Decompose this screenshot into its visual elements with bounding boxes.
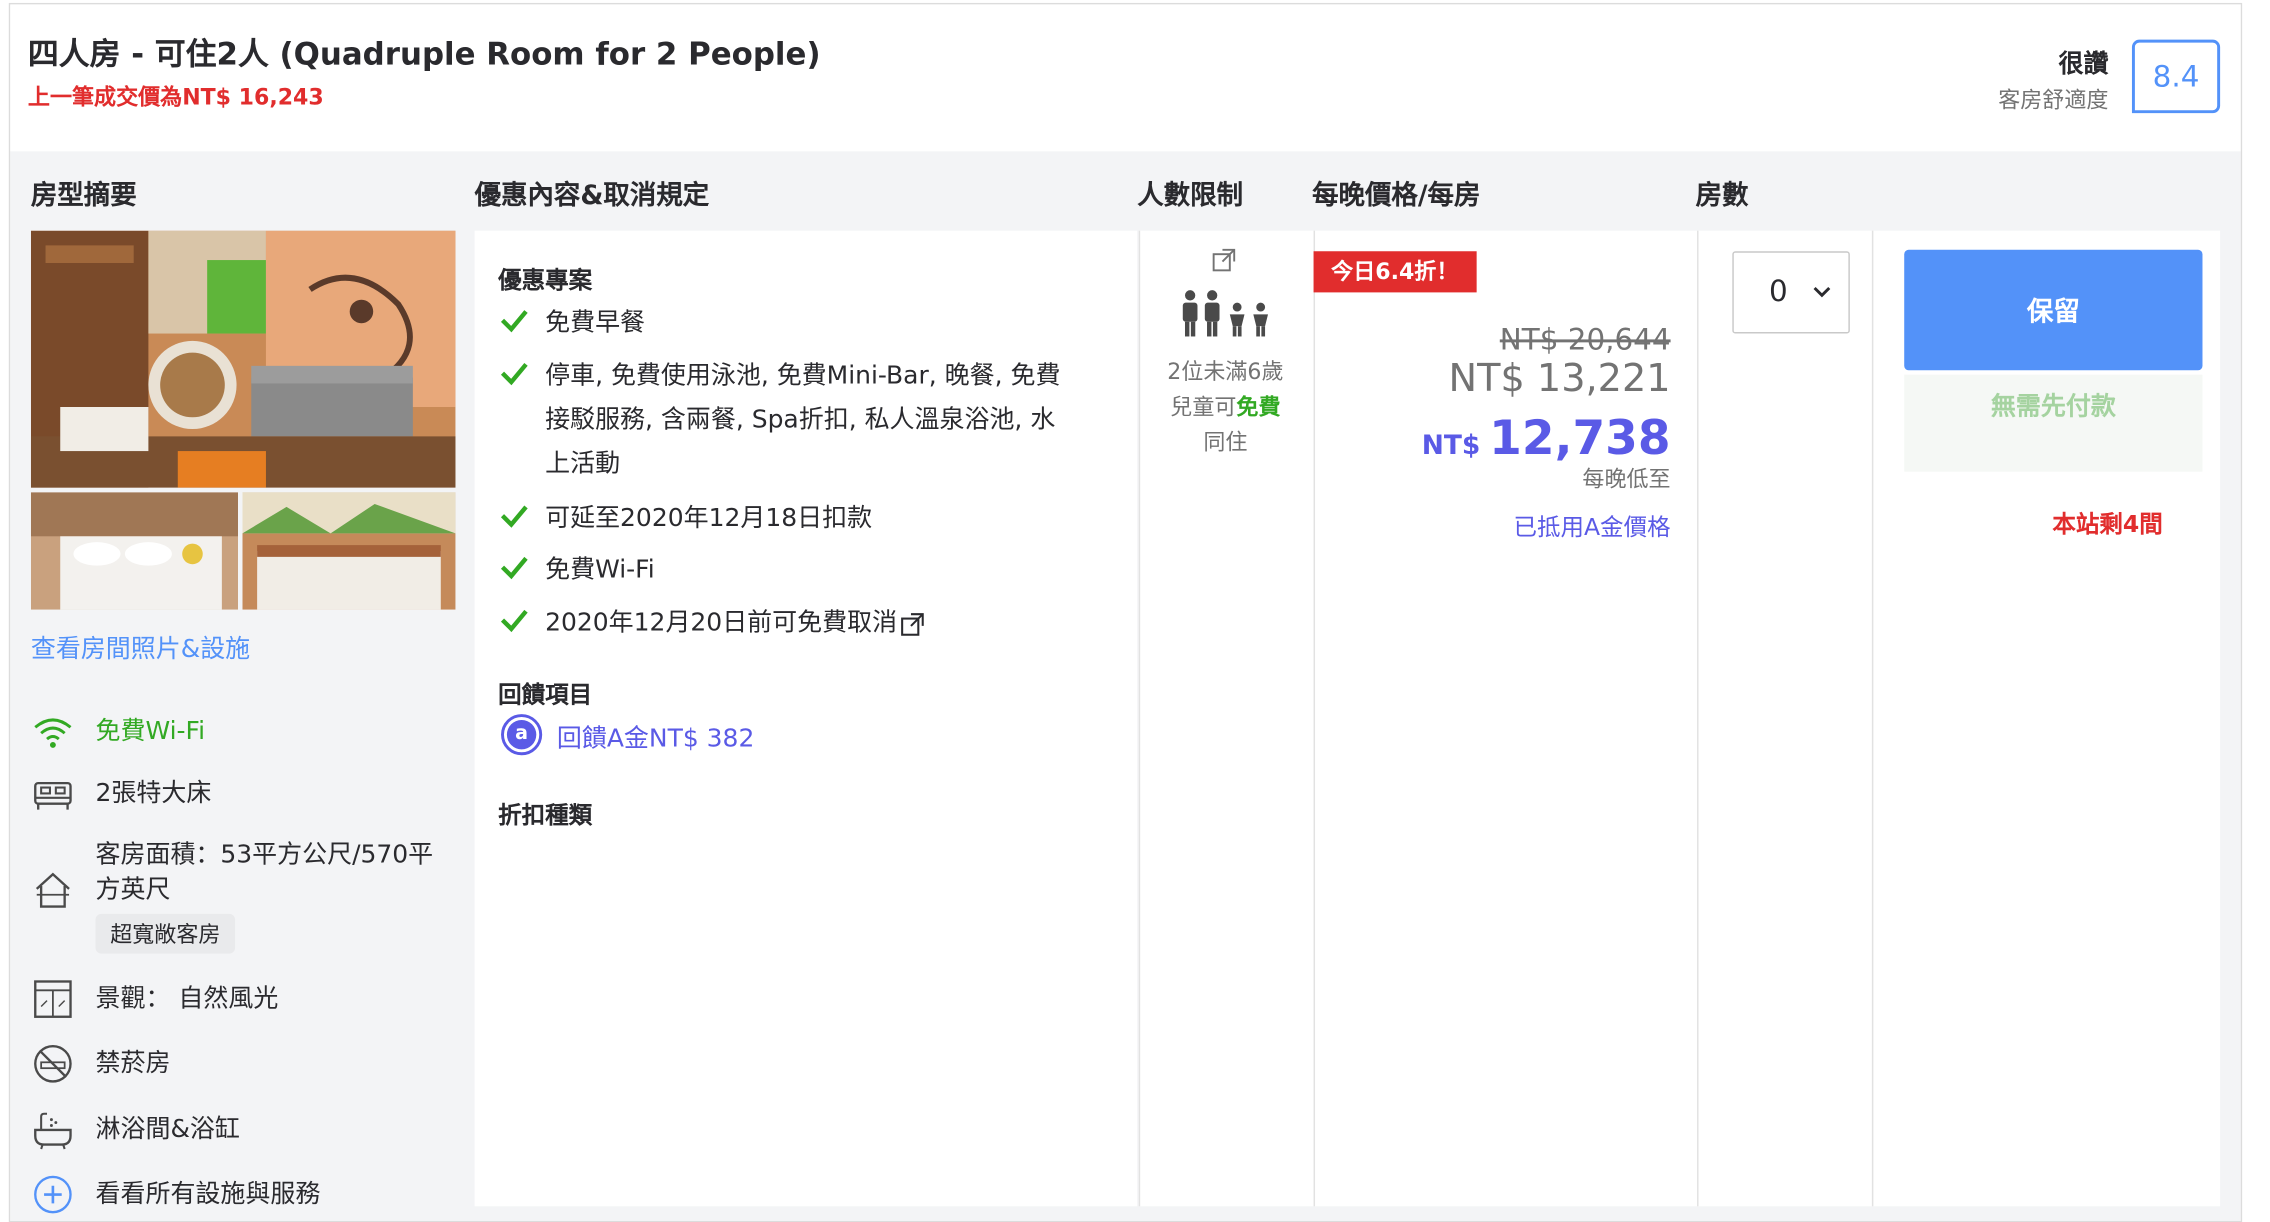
- chevron-down-icon: [1813, 286, 1831, 298]
- external-link-icon[interactable]: [900, 613, 924, 637]
- all-facilities-row[interactable]: 看看所有設施與服務: [31, 1173, 320, 1217]
- children-policy-note: 2位未滿6歲 兒童可免費 同住: [1167, 358, 1284, 456]
- plus-circle-icon: [34, 1175, 72, 1214]
- cashback-amount[interactable]: 回饋A金NT$ 382: [557, 716, 754, 753]
- check-icon: [500, 310, 528, 333]
- col-header-occupancy: 人數限制: [1137, 180, 1244, 212]
- benefit-item: 免費早餐: [498, 301, 1074, 345]
- reserve-button[interactable]: 保留: [1904, 249, 2203, 371]
- benefit-item-cancellation[interactable]: 2020年12月20日前可免費取消: [498, 601, 924, 645]
- no-smoking-icon: [34, 1044, 72, 1083]
- check-icon: [500, 362, 528, 386]
- deal-heading: 優惠專案: [498, 265, 593, 294]
- col-header-rooms: 房數: [1695, 180, 1749, 212]
- view-room-photos-link[interactable]: 查看房間照片&設施: [31, 627, 250, 664]
- amenity-room-size: 客房面積：53平方公尺/570平方英尺 超寬敞客房: [31, 833, 434, 954]
- benefit-text: 免費早餐: [545, 308, 646, 338]
- discount-badge: 今日6.4折！: [1313, 251, 1477, 293]
- amenity-label: 禁菸房: [95, 1049, 171, 1079]
- per-night-label: 每晚低至: [1582, 465, 1671, 493]
- amenity-label: 淋浴間&浴缸: [95, 1115, 240, 1145]
- cashback-row[interactable]: a 回饋A金NT$ 382: [501, 714, 754, 756]
- external-link-icon[interactable]: [1212, 248, 1236, 272]
- room-title: 四人房 - 可住2人 (Quadruple Room for 2 People): [27, 36, 821, 72]
- col-header-offers: 優惠內容&取消規定: [474, 180, 710, 212]
- col-header-room-summary: 房型摘要: [30, 180, 137, 212]
- check-icon: [500, 505, 528, 528]
- amenity-bath: 淋浴間&浴缸: [31, 1108, 240, 1152]
- room-count-select[interactable]: 0: [1732, 251, 1850, 334]
- rooms-remaining-notice: 本站剩4間: [2052, 509, 2163, 538]
- room-photo-main[interactable]: [30, 230, 456, 488]
- benefit-text: 免費Wi-Fi: [545, 555, 655, 585]
- view-all-facilities-link[interactable]: 看看所有設施與服務: [96, 1173, 321, 1213]
- amenity-wifi: 免費Wi-Fi: [31, 710, 205, 754]
- benefit-item: 免費Wi-Fi: [498, 548, 1074, 592]
- score-word: 很讚: [2058, 49, 2109, 80]
- page: 四人房 - 可住2人 (Quadruple Room for 2 People)…: [0, 0, 2270, 1222]
- col-header-price: 每晚價格/每房: [1312, 180, 1481, 212]
- house-icon: [35, 872, 70, 908]
- cashback-heading: 回饋項目: [498, 680, 593, 709]
- amenity-label: 客房面積：53平方公尺/570平方英尺: [95, 840, 434, 906]
- amenity-beds: 2張特大床: [31, 771, 211, 815]
- cashback-coin-icon: a: [501, 714, 543, 756]
- score-subtitle: 客房舒適度: [1998, 86, 2109, 114]
- room-card: 四人房 - 可住2人 (Quadruple Room for 2 People)…: [8, 2, 2243, 1222]
- amenity-non-smoking: 禁菸房: [31, 1042, 171, 1086]
- benefit-text: 可延至2020年12月18日扣款: [545, 503, 873, 534]
- rooms-panel: [1697, 230, 1872, 1207]
- cashback-applied-link[interactable]: 已抵用A金價格: [1513, 507, 1670, 542]
- bed-icon: [34, 781, 72, 810]
- benefit-text: 2020年12月20日前可免費取消: [545, 608, 898, 638]
- occupancy-people-icon: [1182, 290, 1269, 337]
- amenity-label: 景觀： 自然風光: [95, 984, 279, 1014]
- original-price: NT$ 13,221: [1448, 357, 1671, 402]
- check-icon: [500, 609, 528, 633]
- check-icon: [500, 556, 528, 580]
- discount-heading: 折扣種類: [498, 800, 593, 829]
- room-photo-thumb-2[interactable]: [242, 492, 456, 610]
- amenity-label: 免費Wi-Fi: [95, 717, 206, 747]
- final-price: NT$ 12,738: [1421, 409, 1671, 466]
- strikethrough-price: NT$ 20,644: [1499, 321, 1671, 358]
- window-view-icon: [34, 980, 72, 1018]
- room-count-value: 0: [1769, 273, 1788, 309]
- benefit-item: 可延至2020年12月18日扣款: [498, 497, 1074, 541]
- last-booked-price: 上一筆成交價為NT$ 16,243: [27, 83, 324, 111]
- bathtub-icon: [34, 1112, 72, 1150]
- benefit-text: 停車, 免費使用泳池, 免費Mini-Bar, 晚餐, 免費接駁服務, 含兩餐,…: [545, 361, 1061, 479]
- no-prepayment-label: 無需先付款: [1904, 374, 2203, 472]
- benefit-item: 停車, 免費使用泳池, 免費Mini-Bar, 晚餐, 免費接駁服務, 含兩餐,…: [498, 354, 1074, 486]
- review-score-badge[interactable]: 8.4: [2131, 39, 2221, 114]
- wifi-icon: [34, 718, 72, 748]
- room-header: 四人房 - 可住2人 (Quadruple Room for 2 People)…: [10, 4, 2241, 152]
- room-photo-thumb-1[interactable]: [30, 492, 239, 610]
- room-size-tag: 超寬敞客房: [95, 913, 236, 954]
- amenity-label: 2張特大床: [95, 778, 212, 809]
- amenity-view: 景觀： 自然風光: [31, 977, 278, 1021]
